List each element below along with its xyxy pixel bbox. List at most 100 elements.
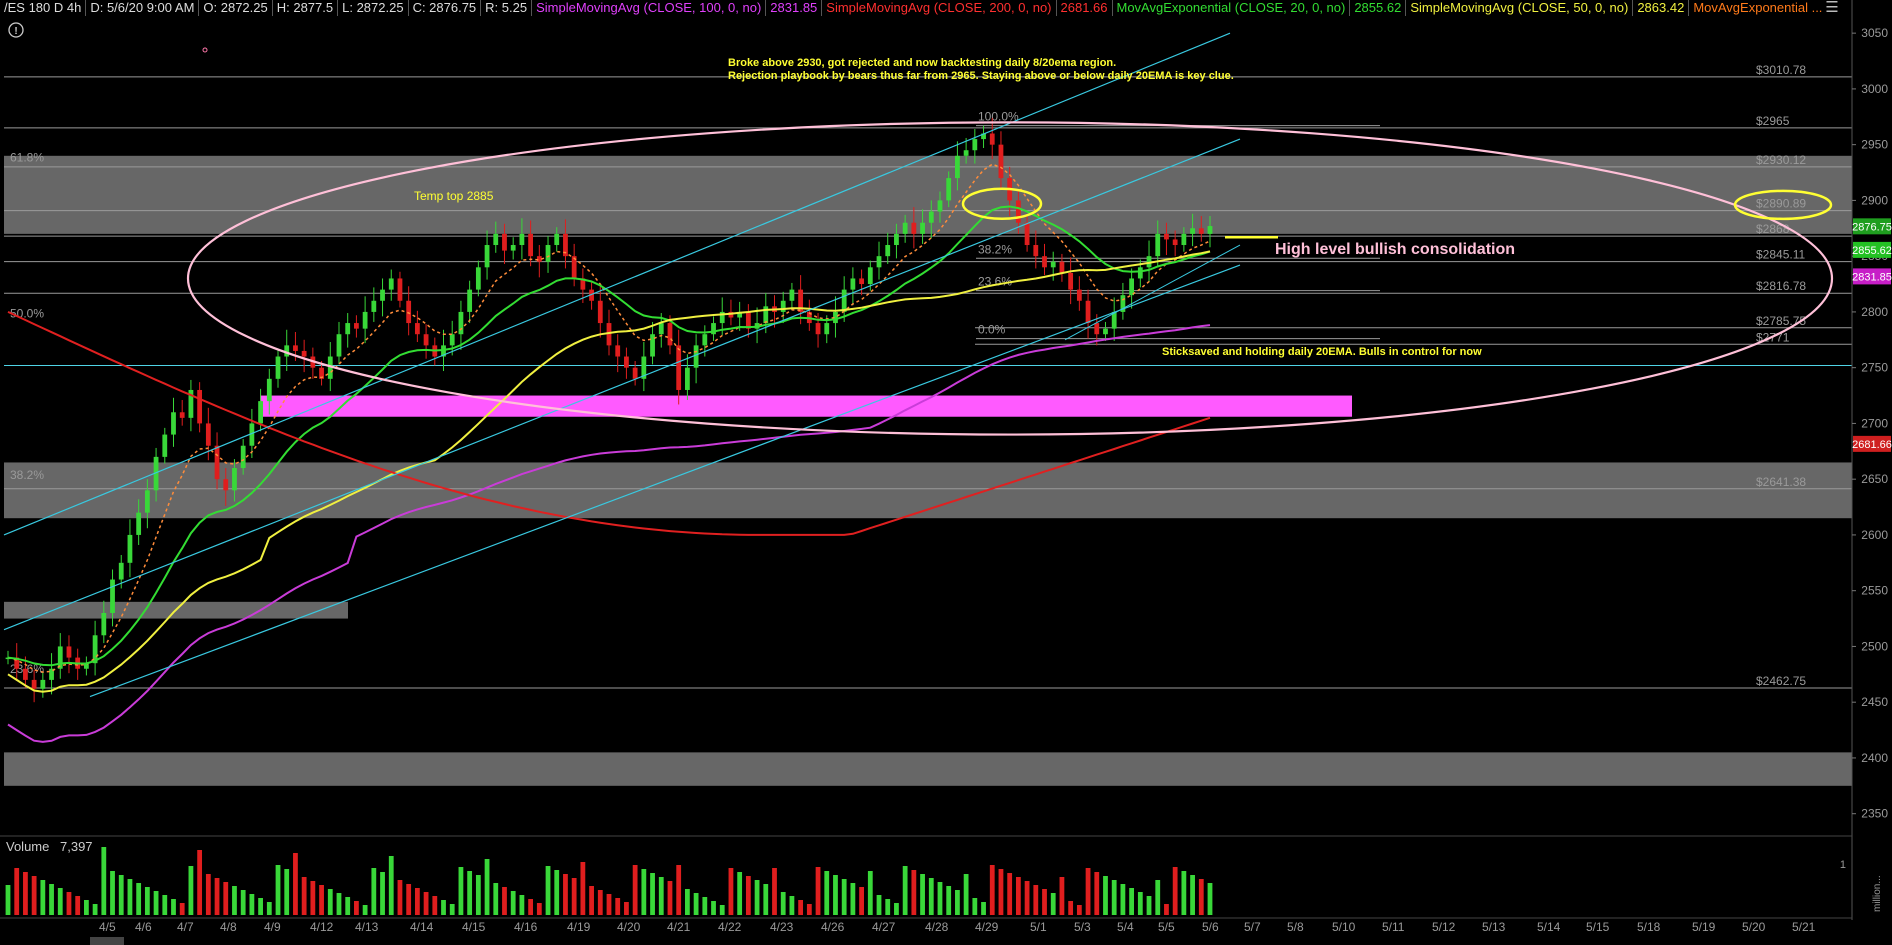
candle-body — [1190, 228, 1195, 234]
candle-body — [345, 323, 351, 335]
volume-value: 7,397 — [60, 839, 93, 854]
volume-bar — [432, 896, 438, 915]
volume-bar — [23, 872, 28, 915]
volume-bar — [1094, 872, 1100, 915]
channel-line — [1064, 244, 1241, 341]
candle-body — [232, 468, 237, 491]
volume-bar — [650, 873, 655, 915]
volume-bar — [693, 893, 699, 915]
x-tick-label: 5/18 — [1637, 920, 1661, 934]
volume-bar — [423, 892, 429, 915]
volume-bar — [911, 870, 917, 915]
volume-bar — [624, 902, 629, 915]
scroll-thumb — [90, 937, 124, 945]
gray-zone — [4, 752, 1852, 786]
volume-bar — [232, 886, 237, 915]
candle-body — [266, 378, 272, 402]
price-chart: $3010.78 $2965 $2930.12 $2890.89 $2868 $2845.… — [0, 0, 1892, 945]
candle-body — [545, 245, 551, 262]
gray-zones — [4, 155, 1852, 786]
candle-body — [693, 345, 699, 368]
volume-bar — [83, 900, 89, 915]
x-tick-label: 5/13 — [1482, 920, 1506, 934]
thinkorswim-chart-window: /ES 180 D 4h D: 5/6/20 9:00 AM O: 2872.2… — [0, 0, 1892, 945]
volume-bar — [449, 904, 455, 915]
volume-bar — [110, 871, 115, 915]
volume-bar — [223, 882, 229, 915]
volume-bar — [493, 883, 499, 915]
x-tick-label: 5/7 — [1244, 920, 1261, 934]
volume-bar — [31, 876, 37, 915]
candle-body — [179, 412, 185, 418]
x-tick-label: 5/21 — [1792, 920, 1816, 934]
price-badge-label: 2831.85 — [1852, 271, 1892, 283]
candle-body — [484, 245, 490, 268]
volume-bar — [484, 859, 490, 915]
pink-dot — [202, 47, 208, 53]
x-tick-label: 4/22 — [718, 920, 742, 934]
level-label: $3010.78 — [1756, 63, 1806, 77]
volume-bar — [1033, 885, 1039, 915]
volume-bar — [144, 887, 150, 915]
gray-zone — [4, 155, 1852, 234]
sma100-line — [7, 324, 1211, 743]
volume-bar — [702, 897, 708, 915]
y-tick-label: 3050 — [1861, 26, 1888, 40]
volume-bar — [780, 892, 786, 915]
x-tick-label: 5/19 — [1692, 920, 1716, 934]
volume-bar — [510, 891, 516, 915]
candle-body — [467, 289, 473, 312]
volume-bar — [981, 902, 986, 915]
volume-bar — [475, 875, 481, 915]
volume-bar — [118, 875, 124, 915]
candle-body — [946, 178, 952, 201]
volume-unit: million... — [1872, 875, 1883, 912]
volume-bar — [275, 865, 281, 915]
x-tick-label: 5/20 — [1742, 920, 1766, 934]
volume-bar — [885, 899, 891, 915]
level-label: $2845.11 — [1756, 248, 1805, 262]
candle-body — [136, 512, 142, 535]
candle-body — [354, 323, 359, 329]
volume-bar — [946, 886, 952, 915]
volume-bar — [1007, 873, 1013, 915]
candle-body — [258, 401, 263, 424]
candle-body — [205, 423, 211, 446]
candle-body — [1137, 267, 1143, 279]
candle-body — [1068, 272, 1074, 290]
x-tick-label: 4/21 — [667, 920, 691, 934]
volume-bar — [14, 868, 20, 915]
candle-body — [197, 389, 203, 424]
candle-body — [780, 300, 786, 312]
volume-bar — [371, 868, 377, 915]
candle-body — [1015, 200, 1021, 223]
volume-bar — [1085, 868, 1091, 915]
volume-bar — [902, 866, 908, 915]
volume-bar — [597, 890, 603, 915]
x-tick-label: 5/3 — [1074, 920, 1091, 934]
candle-body — [528, 233, 534, 257]
candle-body — [894, 233, 899, 246]
x-tick-label: 4/28 — [925, 920, 949, 934]
volume-bar — [536, 903, 542, 915]
y-tick-label: 2750 — [1861, 361, 1888, 375]
volume-bar — [249, 894, 255, 915]
volume-bar — [867, 871, 873, 915]
candle-body — [1164, 233, 1169, 240]
volume-bar — [397, 880, 403, 915]
candle-body — [423, 334, 429, 346]
volume-bar — [1024, 881, 1030, 915]
volume-bar — [327, 889, 333, 915]
level-label: $2785.75 — [1756, 314, 1806, 328]
x-tick-label: 4/5 — [99, 920, 116, 934]
fib-right-label: 0.0% — [978, 323, 1006, 337]
y-tick-label: 2650 — [1861, 472, 1888, 486]
y-tick-label: 2550 — [1861, 584, 1888, 598]
volume-bar — [127, 879, 133, 915]
candle-body — [31, 679, 37, 689]
candle-body — [1024, 222, 1030, 246]
volume-bar — [798, 900, 804, 915]
candle-body — [937, 200, 943, 212]
volume-bar — [1059, 877, 1065, 915]
volume-bar — [171, 899, 176, 915]
